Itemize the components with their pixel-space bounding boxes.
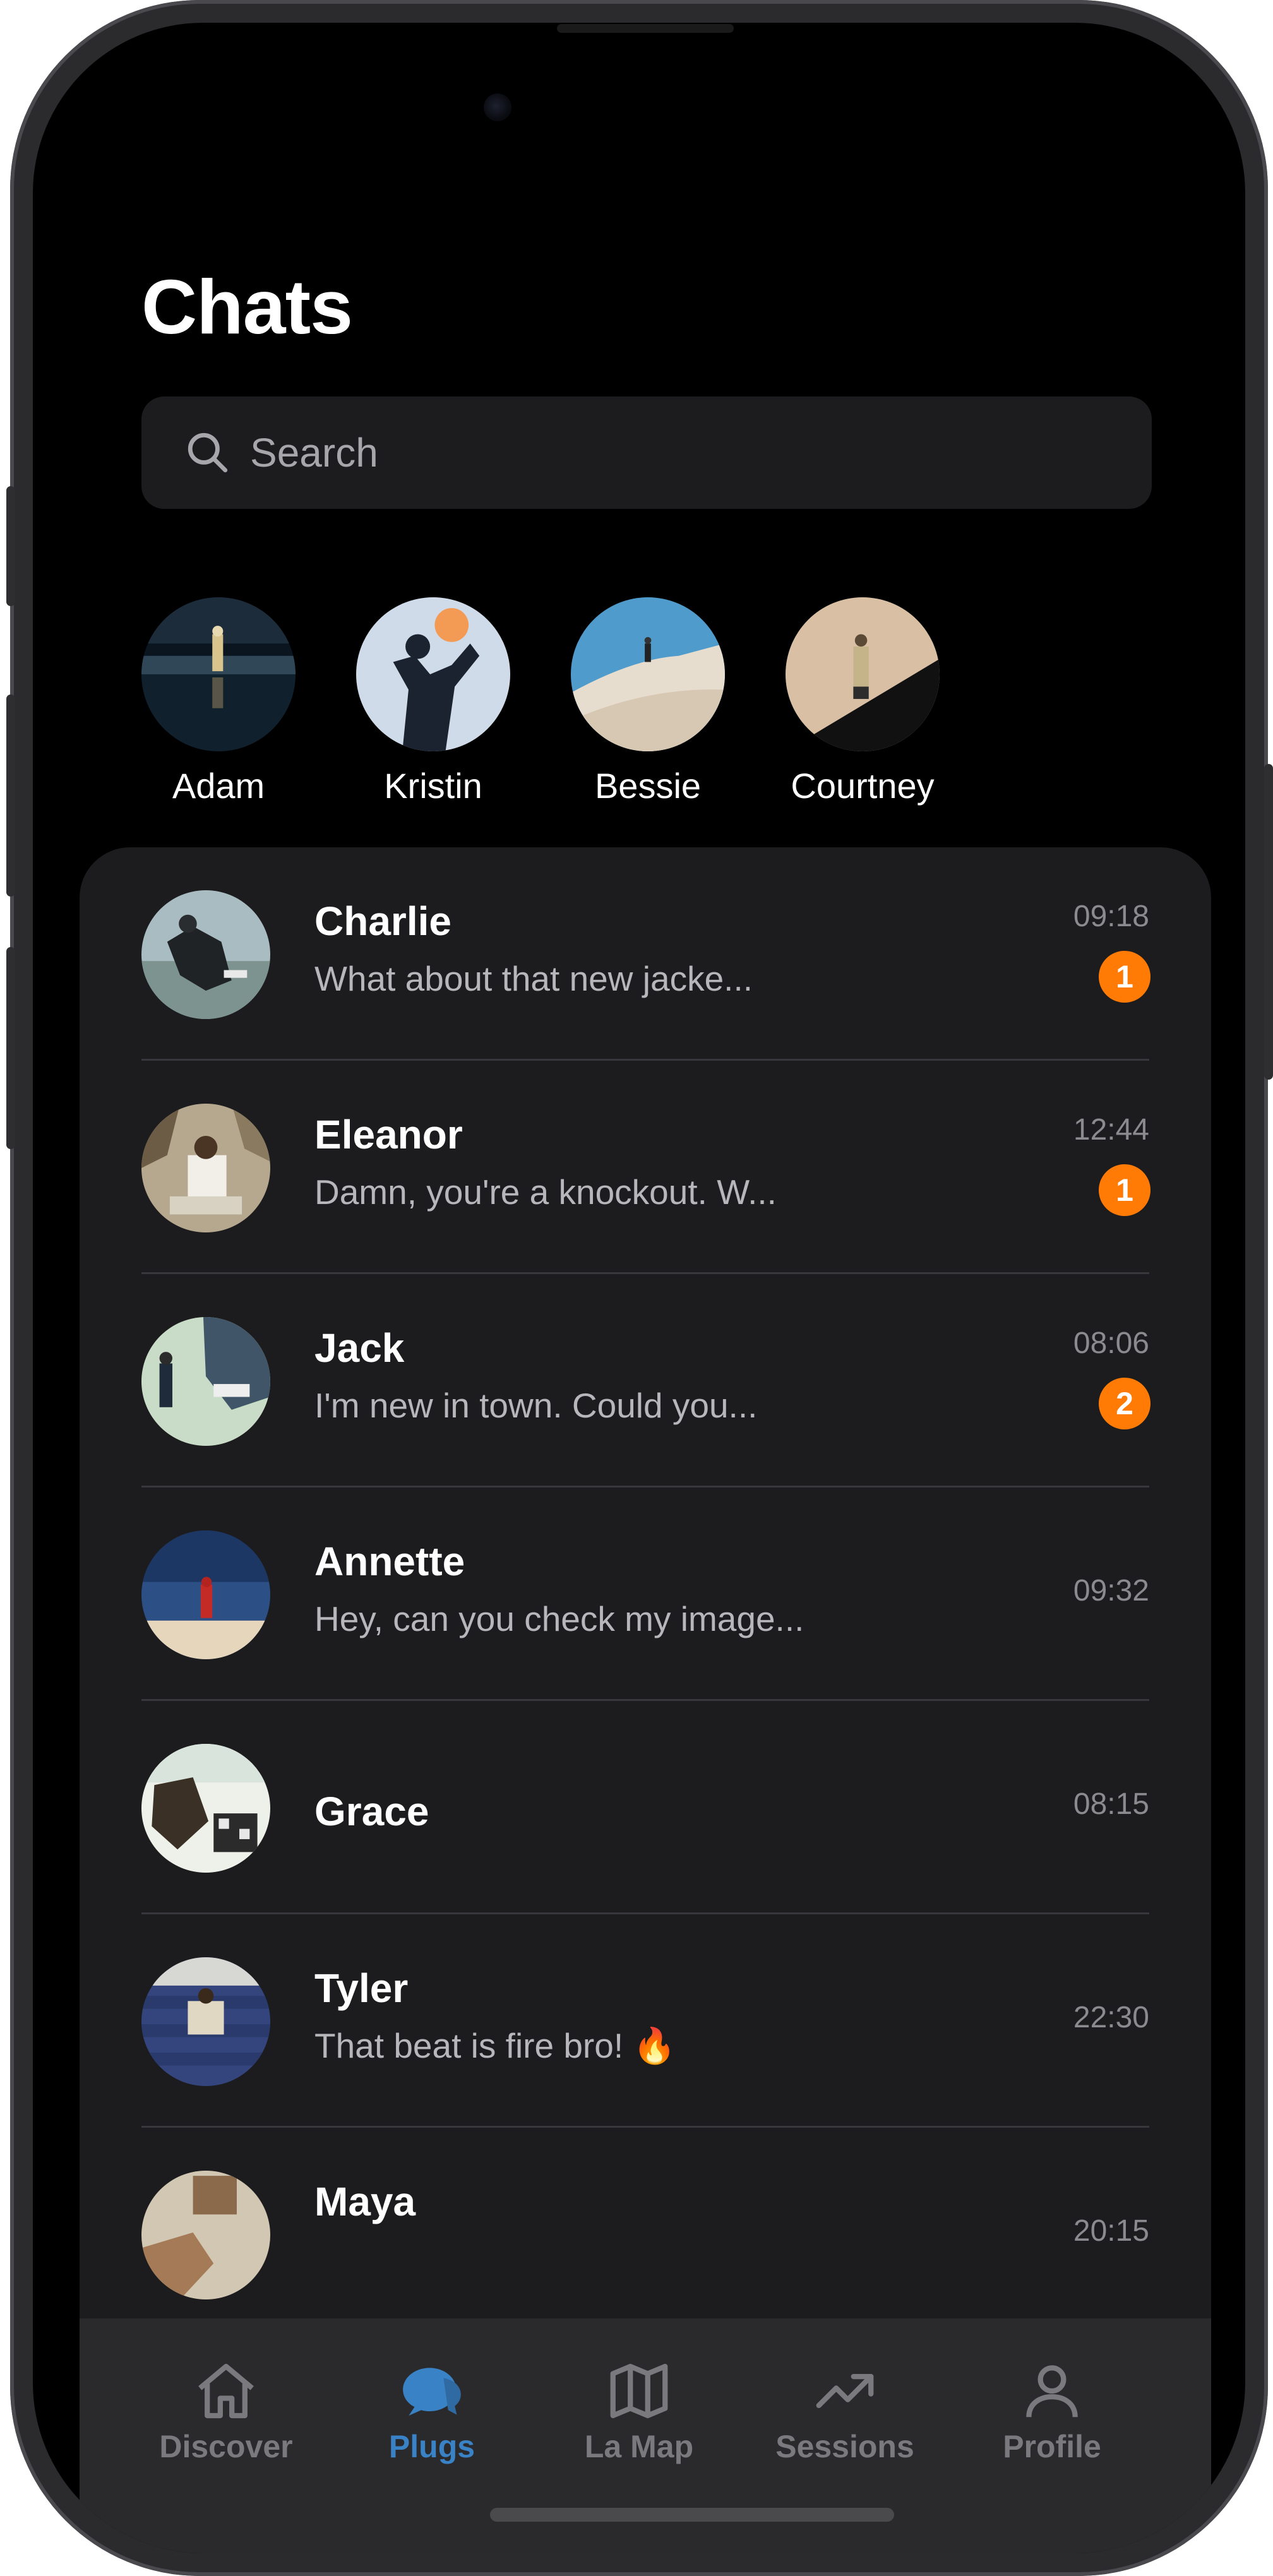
chat-row-charlie[interactable]: Charlie What about that new jacke... 09:… (80, 847, 1211, 1061)
chat-name: Annette (314, 1539, 465, 1584)
chat-time: 12:44 (1073, 1113, 1149, 1147)
volume-up-button (6, 695, 15, 897)
chat-time: 08:06 (1073, 1327, 1149, 1360)
mute-switch (6, 486, 15, 606)
search-bar[interactable] (141, 397, 1152, 509)
chat-row-tyler[interactable]: Tyler That beat is fire bro! 🔥 22:30 (80, 1914, 1211, 2128)
avatar (571, 597, 725, 751)
chat-name: Grace (314, 1789, 429, 1834)
chat-preview: That beat is fire bro! 🔥 (314, 2026, 676, 2065)
chat-time: 09:32 (1073, 1574, 1149, 1607)
chat-preview: Damn, you're a knockout. W... (314, 1172, 777, 1212)
tab-profile[interactable]: Profile (964, 2356, 1140, 2465)
trending-up-icon (816, 2373, 874, 2409)
story-name: Courtney (791, 766, 935, 806)
screen: Chats Adam (33, 23, 1245, 2553)
story-bessie[interactable]: Bessie (571, 597, 725, 806)
story-kristin[interactable]: Kristin (356, 597, 510, 806)
chat-bubbles-icon (403, 2368, 461, 2416)
chat-row-maya[interactable]: Maya 20:15 (80, 2128, 1211, 2341)
avatar (356, 597, 510, 751)
tab-la-map[interactable]: La Map (551, 2356, 727, 2465)
chat-name: Jack (314, 1325, 405, 1371)
chat-name: Tyler (314, 1965, 409, 2011)
search-input[interactable] (250, 415, 1121, 490)
tab-bar: Discover Plugs La Map Sessions Profile (80, 2318, 1211, 2553)
chat-time: 22:30 (1073, 2001, 1149, 2034)
tab-sessions[interactable]: Sessions (756, 2356, 933, 2465)
tab-label: Plugs (388, 2429, 475, 2464)
avatar (786, 597, 940, 751)
chat-row-jack[interactable]: Jack I'm new in town. Could you... 08:06… (80, 1274, 1211, 1488)
chat-time: 09:18 (1073, 900, 1149, 933)
story-adam[interactable]: Adam (141, 597, 296, 806)
avatar (141, 890, 270, 1019)
tab-label: Sessions (775, 2429, 914, 2464)
avatar (141, 1530, 270, 1659)
volume-down-button (6, 947, 15, 1149)
person-icon (1026, 2365, 1078, 2418)
chat-preview: Hey, can you check my image... (314, 1599, 804, 1638)
tab-label: Discover (159, 2429, 293, 2464)
unread-badge: 1 (1099, 1164, 1150, 1216)
unread-badge: 1 (1099, 951, 1150, 1003)
phone-frame: Chats Adam (6, 0, 1273, 2576)
chat-time: 20:15 (1073, 2214, 1149, 2248)
unread-badge: 2 (1099, 1378, 1150, 1429)
story-name: Kristin (384, 766, 482, 806)
chat-time: 08:15 (1073, 1787, 1149, 1821)
story-name: Bessie (594, 766, 702, 806)
speaker-grille (557, 24, 734, 33)
story-courtney[interactable]: Courtney (786, 597, 940, 806)
tab-discover[interactable]: Discover (138, 2356, 314, 2465)
front-camera (484, 93, 511, 121)
search-icon (188, 432, 228, 473)
avatar (141, 1744, 270, 1873)
map-icon (610, 2363, 668, 2419)
page-title: Chats (141, 264, 353, 350)
home-icon (198, 2363, 254, 2419)
avatar (141, 1104, 270, 1232)
chat-name: Maya (314, 2179, 416, 2224)
power-button (1264, 764, 1273, 1080)
chat-list: Charlie What about that new jacke... 09:… (80, 847, 1211, 2553)
chat-name: Eleanor (314, 1112, 463, 1157)
home-indicator (490, 2508, 894, 2522)
tab-label: La Map (584, 2429, 694, 2464)
story-name: Adam (172, 766, 265, 806)
tab-plugs[interactable]: Plugs (344, 2356, 520, 2465)
tab-label: Profile (1003, 2429, 1101, 2464)
avatar (141, 597, 296, 751)
chat-row-grace[interactable]: Grace 08:15 (80, 1701, 1211, 1914)
avatar (141, 2171, 270, 2299)
chat-row-eleanor[interactable]: Eleanor Damn, you're a knockout. W... 12… (80, 1061, 1211, 1274)
avatar (141, 1957, 270, 2086)
chat-preview: I'm new in town. Could you... (314, 1386, 758, 1425)
chat-preview: What about that new jacke... (314, 959, 753, 998)
chat-name: Charlie (314, 898, 451, 944)
chat-row-annette[interactable]: Annette Hey, can you check my image... 0… (80, 1488, 1211, 1701)
avatar (141, 1317, 270, 1446)
